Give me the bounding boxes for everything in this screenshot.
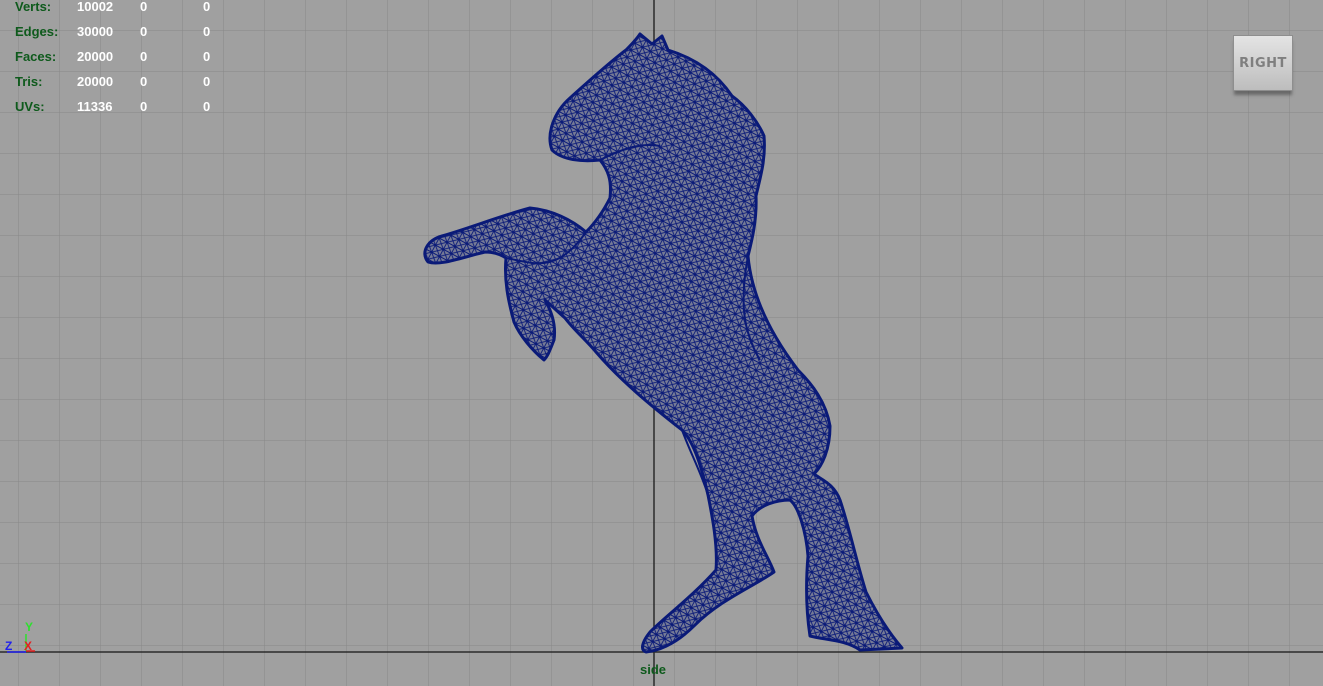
hud-value: 0 (140, 0, 148, 14)
hud-value: 11336 (77, 99, 113, 114)
hud-value: 0 (203, 99, 211, 114)
hud-value: 0 (203, 74, 211, 89)
camera-name-label: side (640, 662, 667, 677)
hud-label: Tris: (15, 74, 43, 89)
viewport-grid (0, 0, 1323, 686)
hud-label: UVs: (15, 99, 45, 114)
hud-label: Faces: (15, 49, 57, 64)
axis-z-label: Z (5, 639, 13, 653)
axis-y-label: Y (25, 620, 34, 634)
hud-label: Verts: (15, 0, 52, 14)
axis-x-label: X (24, 639, 33, 653)
hud-value: 0 (203, 24, 211, 39)
viewport-panel[interactable]: Verts: 10002 0 0 Edges: 30000 0 0 Faces:… (0, 0, 1323, 686)
view-cube-icon[interactable]: RIGHT (1233, 35, 1293, 91)
view-cube-label[interactable]: RIGHT (1239, 56, 1287, 71)
hud-value: 0 (203, 0, 211, 14)
hud-value: 0 (140, 49, 148, 64)
hud-value: 10002 (77, 0, 114, 14)
axis-triad-icon: Y Z X (4, 620, 44, 656)
hud-value: 20000 (77, 74, 114, 89)
hud-value: 30000 (77, 24, 114, 39)
hud-value: 0 (140, 24, 148, 39)
hud-label: Edges: (15, 24, 59, 39)
hud-value: 0 (140, 74, 148, 89)
hud-value: 20000 (77, 49, 114, 64)
hud-value: 0 (140, 99, 148, 114)
hud-value: 0 (203, 49, 211, 64)
